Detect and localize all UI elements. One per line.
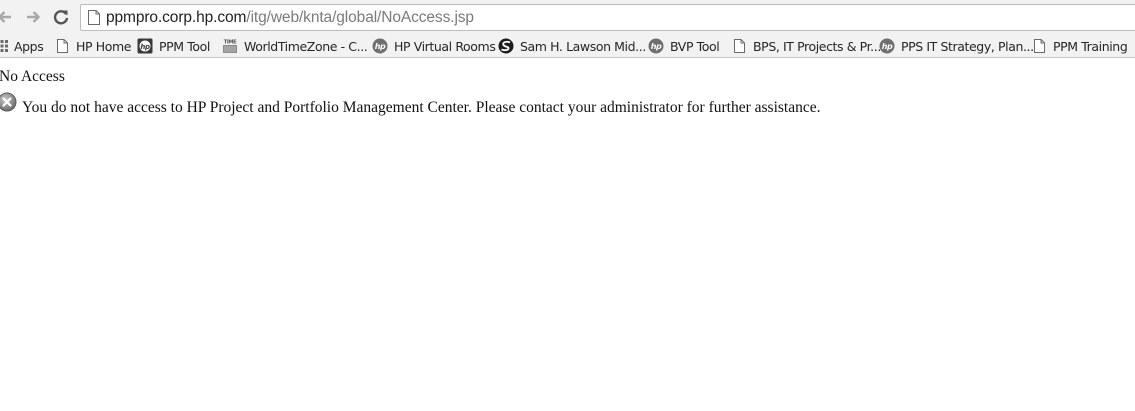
bookmark-label: HP Virtual Rooms [394,38,496,54]
bookmark-bvp-tool[interactable]: hp BVP Tool [648,37,720,55]
bookmark-pps-it-strategy[interactable]: hp PPS IT Strategy, Plan... [879,37,1034,55]
reload-icon [53,10,69,25]
bookmarks-bar: Apps HP Home hp PPM Tool TIME WorldTimeZ… [0,34,1135,58]
hp-square-icon: hp [137,38,153,54]
bookmark-label: PPS IT Strategy, Plan... [901,38,1034,54]
bookmark-label: WorldTimeZone - C... [244,38,368,54]
bookmark-label: Apps [14,38,44,54]
reload-button[interactable] [50,6,72,28]
page-title: No Access [0,68,65,85]
hp-logo-icon: hp [648,38,664,54]
browser-toolbar: ppmpro.corp.hp.com/itg/web/knta/global/N… [0,0,1135,34]
bookmark-apps[interactable]: Apps [0,37,44,55]
bookmark-sam-lawson[interactable]: Sam H. Lawson Mid... [498,37,646,55]
hp-logo-icon: hp [372,38,388,54]
page-icon [54,38,70,54]
page-content: No Access You do not have access to HP P… [0,59,1135,411]
bookmark-worldtimezone[interactable]: TIME WorldTimeZone - C... [222,37,368,55]
error-x-circle-icon [0,92,17,112]
bookmark-bps-it-projects[interactable]: BPS, IT Projects & Pr... [731,37,881,55]
url-host: ppmpro.corp.hp.com [106,8,247,26]
document-icon [88,10,101,26]
bookmark-hp-virtual-rooms[interactable]: hp HP Virtual Rooms [372,37,496,55]
bookmark-label: BVP Tool [670,38,720,54]
forward-arrow-icon [27,11,41,23]
svg-text:hp: hp [651,42,662,51]
svg-text:hp: hp [375,42,386,51]
url-text: ppmpro.corp.hp.com/itg/web/knta/global/N… [106,9,474,27]
bookmark-label: BPS, IT Projects & Pr... [753,38,881,54]
back-button[interactable] [0,6,16,28]
bookmark-label: PPM Tool [159,38,210,54]
bookmark-ppm-tool[interactable]: hp PPM Tool [137,37,210,55]
svg-text:hp: hp [140,43,150,51]
svg-text:hp: hp [882,42,893,51]
hp-logo-icon: hp [879,38,895,54]
apps-grid-icon [0,38,8,54]
forward-button[interactable] [22,6,44,28]
bookmark-label: PPM Training [1053,38,1128,54]
school-logo-icon [498,38,514,54]
timezone-icon: TIME [222,38,238,54]
address-bar[interactable]: ppmpro.corp.hp.com/itg/web/knta/global/N… [80,4,1135,31]
url-path: /itg/web/knta/global/NoAccess.jsp [246,8,474,26]
page-icon [1031,38,1047,54]
bookmark-hp-home[interactable]: HP Home [54,37,131,55]
bookmark-label: Sam H. Lawson Mid... [520,38,646,54]
bookmark-ppm-training[interactable]: PPM Training [1031,37,1128,55]
back-arrow-icon [0,11,11,23]
page-icon [731,38,747,54]
bookmark-label: HP Home [76,38,132,54]
error-message: You do not have access to HP Project and… [22,99,821,116]
svg-text:TIME: TIME [224,40,237,46]
